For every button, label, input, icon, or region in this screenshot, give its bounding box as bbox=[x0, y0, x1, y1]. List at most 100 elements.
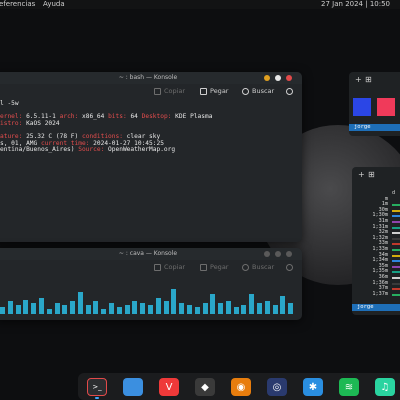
bash-terminal-output[interactable]: l -5w ernel: 6.5.11-1 arch: x86_64 bits:… bbox=[0, 100, 302, 154]
copy-button[interactable]: Copiar bbox=[154, 84, 185, 98]
minimize-button[interactable] bbox=[264, 75, 270, 81]
hamburger-menu-icon bbox=[286, 263, 293, 271]
terminal-segment: Desktop: bbox=[141, 113, 172, 121]
cava-bar bbox=[148, 305, 153, 314]
cava-bar bbox=[171, 288, 177, 314]
color-swatch bbox=[392, 204, 400, 207]
side-top-statusbar: jorge bbox=[349, 124, 400, 131]
cava-bar bbox=[280, 296, 286, 314]
maximize-button[interactable] bbox=[275, 251, 281, 257]
maximize-button[interactable] bbox=[275, 75, 281, 81]
cava-bar bbox=[93, 301, 99, 314]
color-swatch bbox=[392, 243, 400, 246]
dock-app-inkscape[interactable]: ◆ bbox=[195, 378, 215, 396]
color-table-output[interactable]: d m 1m 30m 1;30m 31m 1;31m 32m 1;32m 33m 1;33m 34m 1… bbox=[352, 190, 400, 297]
side-bottom-toolbar: + ⊞ bbox=[352, 167, 400, 183]
bash-window-title: ~ : bash — Konsole bbox=[118, 74, 178, 81]
dock-app-spotify[interactable]: ≋ bbox=[339, 378, 359, 396]
status-user: jorge bbox=[357, 304, 374, 310]
cava-bar bbox=[155, 297, 161, 314]
terminal-line: entina/Buenos_Aires) Source: OpenWeather… bbox=[0, 146, 302, 154]
color-swatch bbox=[392, 215, 400, 218]
dock-app-music[interactable]: ♫ bbox=[375, 378, 395, 396]
copy-label: Copiar bbox=[164, 263, 186, 271]
dock-app-files[interactable] bbox=[123, 378, 143, 396]
kdeconnect-icon: ✱ bbox=[308, 381, 318, 393]
color-swatch bbox=[392, 232, 400, 235]
side-konsole-bottom: + ⊞ d m 1m 30m 1;30m 31m 1;31m 32m 1;32m 33m 1;33m… bbox=[352, 167, 400, 315]
color-blocks bbox=[353, 98, 400, 118]
cava-toolbar: Copiar Pegar Buscar bbox=[0, 260, 302, 274]
panel-clock[interactable]: 27 Jan 2024 | 10:50 bbox=[321, 0, 390, 9]
terminal-segment: 64 bbox=[126, 113, 142, 121]
minimize-button[interactable] bbox=[264, 251, 270, 257]
cava-bar bbox=[77, 292, 83, 314]
color-swatch bbox=[392, 237, 400, 240]
terminal-segment: entina/Buenos_Aires) bbox=[0, 146, 79, 154]
split-view-icon[interactable]: ⊞ bbox=[368, 167, 375, 183]
side-konsole-top: + ⊞ jorge bbox=[349, 72, 400, 136]
new-tab-icon[interactable]: + bbox=[355, 72, 362, 88]
blender-icon: ◉ bbox=[236, 381, 246, 393]
terminal-line: istro: KaOS 2024 bbox=[0, 119, 302, 128]
hamburger-menu-icon bbox=[286, 87, 293, 95]
cava-titlebar[interactable]: ~ : cava — Konsole bbox=[0, 248, 302, 260]
cava-window-title: ~ : cava — Konsole bbox=[118, 250, 178, 257]
cava-bar bbox=[109, 303, 115, 314]
search-button[interactable]: Buscar bbox=[242, 260, 274, 274]
paste-label: Pegar bbox=[210, 263, 229, 271]
terminal-segment: KaOS 2024 bbox=[22, 119, 60, 127]
cava-bar bbox=[62, 305, 68, 314]
new-tab-icon[interactable]: + bbox=[358, 167, 365, 183]
cava-bar bbox=[249, 294, 255, 314]
menu-preferencias[interactable]: eferencias bbox=[0, 0, 35, 9]
color-swatch bbox=[392, 271, 400, 274]
cava-bar bbox=[194, 306, 200, 314]
cava-bar bbox=[132, 301, 138, 314]
menu-button[interactable] bbox=[286, 84, 293, 98]
split-view-icon[interactable]: ⊞ bbox=[365, 72, 372, 88]
cava-bar bbox=[15, 305, 21, 314]
dock-app-vivaldi[interactable]: V bbox=[159, 378, 179, 396]
cava-bar bbox=[179, 303, 185, 314]
cava-bar bbox=[7, 301, 13, 314]
close-button[interactable] bbox=[286, 251, 292, 257]
cava-bar bbox=[116, 306, 122, 314]
cava-bar bbox=[124, 305, 130, 314]
cava-bar bbox=[225, 301, 231, 314]
bash-toolbar: Copiar Pegar Buscar bbox=[0, 84, 302, 98]
copy-button[interactable]: Copiar bbox=[154, 260, 185, 274]
search-icon bbox=[242, 263, 249, 271]
color-swatch bbox=[392, 254, 400, 257]
dock-app-blender[interactable]: ◉ bbox=[231, 378, 251, 396]
dock-app-system-settings[interactable]: ◎ bbox=[267, 378, 287, 396]
dock-app-kdeconnect[interactable]: ✱ bbox=[303, 378, 323, 396]
paste-button[interactable]: Pegar bbox=[200, 84, 228, 98]
paste-icon bbox=[200, 87, 207, 95]
cava-bar bbox=[101, 308, 107, 314]
color-block bbox=[353, 98, 371, 116]
paste-button[interactable]: Pegar bbox=[200, 260, 228, 274]
spotify-icon: ≋ bbox=[344, 381, 354, 393]
cava-bar bbox=[38, 297, 44, 314]
cava-bar bbox=[46, 308, 52, 314]
color-swatch bbox=[392, 220, 400, 223]
color-swatch bbox=[392, 282, 400, 285]
menu-button[interactable] bbox=[286, 260, 293, 274]
music-icon: ♫ bbox=[380, 381, 390, 393]
dock-app-terminal[interactable]: >_ bbox=[87, 378, 107, 396]
close-button[interactable] bbox=[286, 75, 292, 81]
color-swatch bbox=[392, 226, 400, 229]
cava-bar bbox=[140, 303, 146, 314]
cava-bar bbox=[272, 305, 278, 314]
menu-ayuda[interactable]: Ayuda bbox=[43, 0, 65, 9]
terminal-segment: bits: bbox=[108, 113, 127, 121]
cava-bar bbox=[70, 301, 76, 314]
cava-bar bbox=[210, 294, 216, 314]
color-swatch bbox=[392, 293, 400, 296]
color-swatch bbox=[392, 265, 400, 268]
bash-konsole-window: ~ : bash — Konsole Copiar Pegar Buscar l… bbox=[0, 72, 302, 242]
bash-titlebar[interactable]: ~ : bash — Konsole bbox=[0, 72, 302, 84]
cava-konsole-window: ~ : cava — Konsole Copiar Pegar Buscar bbox=[0, 248, 302, 320]
search-button[interactable]: Buscar bbox=[242, 84, 274, 98]
